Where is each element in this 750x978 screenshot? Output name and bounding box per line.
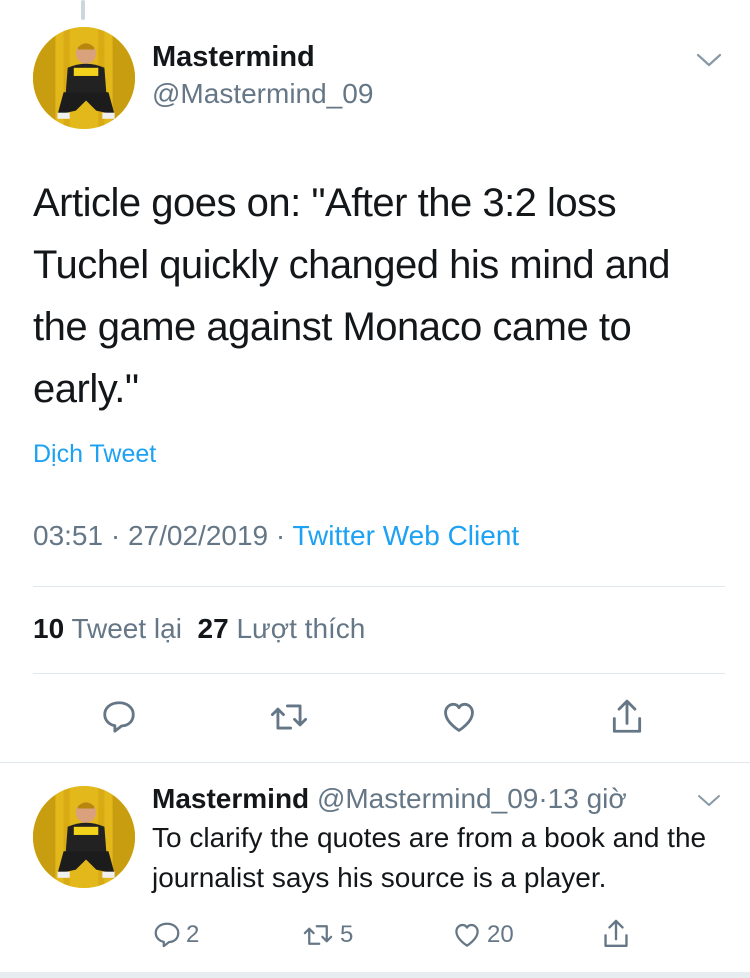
divider: [0, 972, 750, 978]
tweet-metadata: 03:51 · 27/02/2019 · Twitter Web Client: [33, 520, 519, 552]
reply-header: Mastermind @Mastermind_09·13 giờ: [152, 783, 627, 815]
divider: [33, 673, 725, 674]
author-handle[interactable]: @Mastermind_09: [152, 78, 373, 110]
author-name[interactable]: Mastermind: [152, 41, 315, 74]
chevron-down-icon[interactable]: [697, 794, 721, 813]
like-count: 27: [197, 613, 229, 644]
meta-separator: ·: [538, 783, 548, 814]
share-icon: [612, 699, 642, 733]
tweet-time: 03:51: [33, 520, 104, 551]
reply-retweet-button[interactable]: 5: [300, 920, 353, 950]
share-icon: [604, 919, 628, 947]
avatar[interactable]: [33, 786, 135, 888]
reply-icon: [154, 922, 180, 948]
divider: [0, 762, 750, 763]
likes-stat[interactable]: 27 Lượt thích: [198, 613, 366, 644]
tweet-stats: 10 Tweet lại 27 Lượt thích: [33, 613, 365, 645]
tweet-text: Article goes on: "After the 3:2 loss Tuc…: [33, 181, 670, 411]
retweet-count: 10: [33, 613, 65, 644]
like-icon: [455, 923, 479, 947]
translate-tweet-link[interactable]: Dịch Tweet: [33, 440, 156, 469]
tweet-date: 27/02/2019: [127, 520, 269, 551]
meta-separator: ·: [110, 520, 121, 551]
retweet-label: Tweet lại: [71, 613, 182, 644]
retweet-count: 5: [340, 921, 354, 948]
like-icon: [444, 702, 474, 732]
reply-count: 2: [186, 921, 200, 948]
like-button[interactable]: [439, 698, 479, 736]
retweet-button[interactable]: [268, 698, 310, 736]
chevron-down-icon[interactable]: [696, 52, 722, 73]
like-label: Lượt thích: [236, 613, 366, 644]
reply-reply-button[interactable]: 2: [152, 920, 199, 950]
thread-connector-line: [81, 0, 85, 20]
avatar-image: [33, 786, 135, 888]
meta-separator: ·: [275, 520, 286, 551]
reply-author-name[interactable]: Mastermind: [152, 783, 309, 814]
like-count: 20: [487, 921, 514, 948]
retweet-icon: [270, 704, 308, 730]
reply-like-button[interactable]: 20: [451, 920, 514, 950]
reply-age[interactable]: 13 giờ: [548, 783, 627, 814]
share-button[interactable]: [608, 696, 646, 738]
tweet-client-link[interactable]: Twitter Web Client: [293, 520, 520, 551]
retweets-stat[interactable]: 10 Tweet lại: [33, 613, 182, 644]
avatar[interactable]: [33, 27, 135, 129]
reply-icon: [103, 701, 135, 733]
reply-button[interactable]: [100, 698, 138, 736]
avatar-image: [33, 27, 135, 129]
divider: [33, 586, 725, 587]
reply-text: To clarify the quotes are from a book an…: [152, 822, 707, 893]
reply-share-button[interactable]: [600, 917, 632, 951]
retweet-icon: [303, 925, 333, 945]
reply-author-handle[interactable]: @Mastermind_09: [317, 783, 538, 814]
